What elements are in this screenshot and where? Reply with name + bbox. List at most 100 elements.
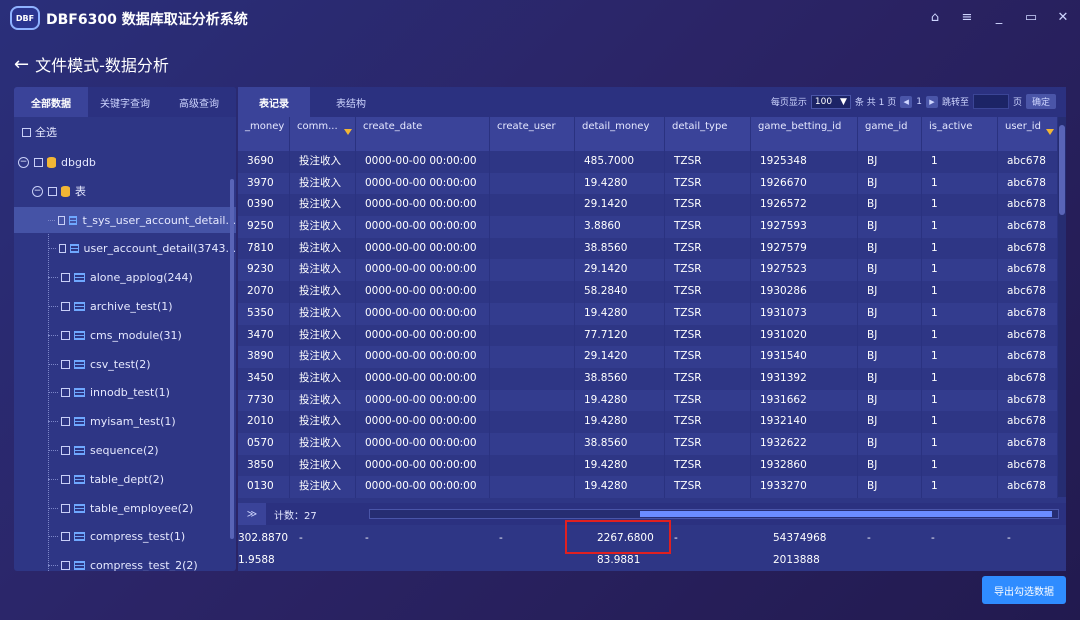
menu-icon[interactable]: ≡: [960, 10, 974, 25]
checkbox-table[interactable]: [61, 532, 70, 542]
checkbox-table[interactable]: [61, 474, 70, 484]
checkbox-db[interactable]: [34, 157, 43, 167]
tree-table-item[interactable]: myisam_test(1): [14, 409, 236, 435]
checkbox-table[interactable]: [58, 244, 66, 254]
table-row[interactable]: 5350 投注收入 0000-00-00 00:00:00 19.4280 TZSR 19…: [238, 302, 1058, 325]
horizontal-scrollbar[interactable]: [369, 509, 1059, 519]
tab-all-data[interactable]: 全部数据: [14, 87, 88, 117]
column-header[interactable]: detail_money: [575, 117, 665, 151]
column-header[interactable]: comm...: [290, 117, 356, 151]
tab-records[interactable]: 表记录: [238, 87, 310, 117]
table-row[interactable]: 3690 投注收入 0000-00-00 00:00:00 485.7000 TZSR 1…: [238, 151, 1058, 173]
vertical-scroll-thumb[interactable]: [1059, 125, 1065, 215]
checkbox-table[interactable]: [61, 359, 70, 369]
checkbox-table[interactable]: [58, 215, 66, 225]
column-header[interactable]: create_date: [356, 117, 490, 151]
minimize-icon[interactable]: _: [992, 10, 1006, 25]
table-row[interactable]: 9250 投注收入 0000-00-00 00:00:00 3.8860 TZSR 192…: [238, 216, 1058, 238]
tree-table-item[interactable]: user_account_detail(3743...: [14, 236, 236, 262]
checkbox-table[interactable]: [61, 273, 70, 283]
table-cell: BJ: [858, 302, 922, 325]
table-cell: 1931073: [751, 302, 858, 325]
column-header-label: create_user: [497, 121, 556, 132]
table-row[interactable]: 3450 投注收入 0000-00-00 00:00:00 38.8560 TZSR 19…: [238, 367, 1058, 390]
tree-table-item[interactable]: sequence(2): [14, 437, 236, 463]
table-cell: BJ: [858, 151, 922, 173]
checkbox-table[interactable]: [61, 561, 70, 571]
tab-keyword-search[interactable]: 关键字查询: [88, 87, 162, 117]
collapse-summary-icon[interactable]: ≫: [238, 503, 266, 525]
column-header[interactable]: is_active: [922, 117, 998, 151]
tab-structure[interactable]: 表结构: [310, 87, 392, 117]
tree-table-item[interactable]: innodb_test(1): [14, 380, 236, 406]
table-row[interactable]: 7810 投注收入 0000-00-00 00:00:00 38.8560 TZSR 19…: [238, 237, 1058, 260]
left-scrollbar[interactable]: [230, 179, 234, 539]
table-name: table_employee(2): [90, 501, 194, 515]
table-row[interactable]: 9230 投注收入 0000-00-00 00:00:00 29.1420 TZSR 19…: [238, 259, 1058, 282]
table-cell: 1927593: [751, 216, 858, 238]
confirm-button[interactable]: 确定: [1026, 94, 1056, 109]
tree-node-db[interactable]: − dbgdb: [14, 149, 236, 175]
table-row[interactable]: 3890 投注收入 0000-00-00 00:00:00 29.1420 TZSR 19…: [238, 346, 1058, 368]
tree-table-item[interactable]: cms_module(31): [14, 322, 236, 348]
tree-table-item[interactable]: archive_test(1): [14, 293, 236, 319]
tree-table-item[interactable]: alone_applog(244): [14, 265, 236, 291]
database-tree: 全选 − dbgdb − 表 t_sys_user_account_detail…: [14, 117, 236, 571]
collapse-icon[interactable]: −: [32, 185, 43, 197]
checkbox-table[interactable]: [61, 503, 70, 513]
tree-table-item[interactable]: table_employee(2): [14, 495, 236, 521]
table-row[interactable]: 2010 投注收入 0000-00-00 00:00:00 19.4280 TZSR 19…: [238, 411, 1058, 433]
tree-table-item[interactable]: compress_test(1): [14, 524, 236, 550]
tree-node-tables[interactable]: − 表: [14, 178, 236, 204]
maximize-icon[interactable]: ▭: [1024, 10, 1038, 25]
column-header[interactable]: user_id: [998, 117, 1058, 151]
table-row[interactable]: 3470 投注收入 0000-00-00 00:00:00 77.7120 TZSR 19…: [238, 324, 1058, 347]
checkbox-table[interactable]: [61, 388, 70, 398]
checkbox-table[interactable]: [61, 445, 70, 455]
checkbox-table[interactable]: [61, 417, 70, 427]
home-icon[interactable]: ⌂: [928, 10, 942, 25]
next-page-icon[interactable]: ▶: [925, 95, 938, 108]
table-row[interactable]: 3850 投注收入 0000-00-00 00:00:00 19.4280 TZSR 19…: [238, 454, 1058, 477]
checkbox-select-all[interactable]: [22, 127, 31, 137]
tree-table-item[interactable]: table_dept(2): [14, 466, 236, 492]
column-header[interactable]: game_id: [858, 117, 922, 151]
table-cell: [490, 172, 575, 195]
tree-table-item[interactable]: compress_test_2(2): [14, 553, 236, 571]
table-cell: [490, 454, 575, 477]
table-cell: 1: [922, 476, 998, 498]
table-row[interactable]: 3970 投注收入 0000-00-00 00:00:00 19.4280 TZSR 19…: [238, 172, 1058, 195]
table-row[interactable]: 0130 投注收入 0000-00-00 00:00:00 19.4280 TZSR 19…: [238, 476, 1058, 498]
table-row[interactable]: 2070 投注收入 0000-00-00 00:00:00 58.2840 TZSR 19…: [238, 281, 1058, 303]
tree-table-item[interactable]: csv_test(2): [14, 351, 236, 377]
filter-icon[interactable]: [1046, 129, 1054, 135]
horizontal-scroll-thumb[interactable]: [640, 511, 1052, 517]
table-icon: [74, 532, 85, 542]
tree-select-all[interactable]: 全选: [14, 119, 236, 145]
back-arrow-icon[interactable]: ←: [14, 54, 29, 75]
close-icon[interactable]: ✕: [1056, 10, 1070, 25]
export-selected-button[interactable]: 导出勾选数据: [982, 576, 1066, 604]
vertical-scrollbar[interactable]: [1058, 117, 1066, 497]
checkbox-table[interactable]: [61, 330, 70, 340]
table-cell: BJ: [858, 454, 922, 477]
column-header[interactable]: create_user: [490, 117, 575, 151]
table-name: t_sys_user_account_detail...: [82, 213, 236, 227]
collapse-icon[interactable]: −: [18, 156, 29, 168]
filter-icon[interactable]: [344, 129, 352, 135]
app-logo: DBF: [10, 6, 40, 30]
table-row[interactable]: 7730 投注收入 0000-00-00 00:00:00 19.4280 TZSR 19…: [238, 389, 1058, 412]
checkbox-tables[interactable]: [48, 186, 57, 196]
per-page-select[interactable]: 100 ▼: [810, 94, 851, 109]
column-header[interactable]: _money: [238, 117, 290, 151]
prev-page-icon[interactable]: ◀: [900, 95, 913, 108]
tab-advanced-search[interactable]: 高级查询: [162, 87, 236, 117]
tree-table-item[interactable]: t_sys_user_account_detail...: [14, 207, 236, 233]
table-cell: 1932140: [751, 411, 858, 433]
checkbox-table[interactable]: [61, 301, 70, 311]
column-header[interactable]: detail_type: [665, 117, 751, 151]
table-row[interactable]: 0390 投注收入 0000-00-00 00:00:00 29.1420 TZSR 19…: [238, 194, 1058, 217]
goto-page-input[interactable]: [972, 94, 1009, 109]
table-row[interactable]: 0570 投注收入 0000-00-00 00:00:00 38.8560 TZSR 19…: [238, 432, 1058, 455]
column-header[interactable]: game_betting_id: [751, 117, 858, 151]
